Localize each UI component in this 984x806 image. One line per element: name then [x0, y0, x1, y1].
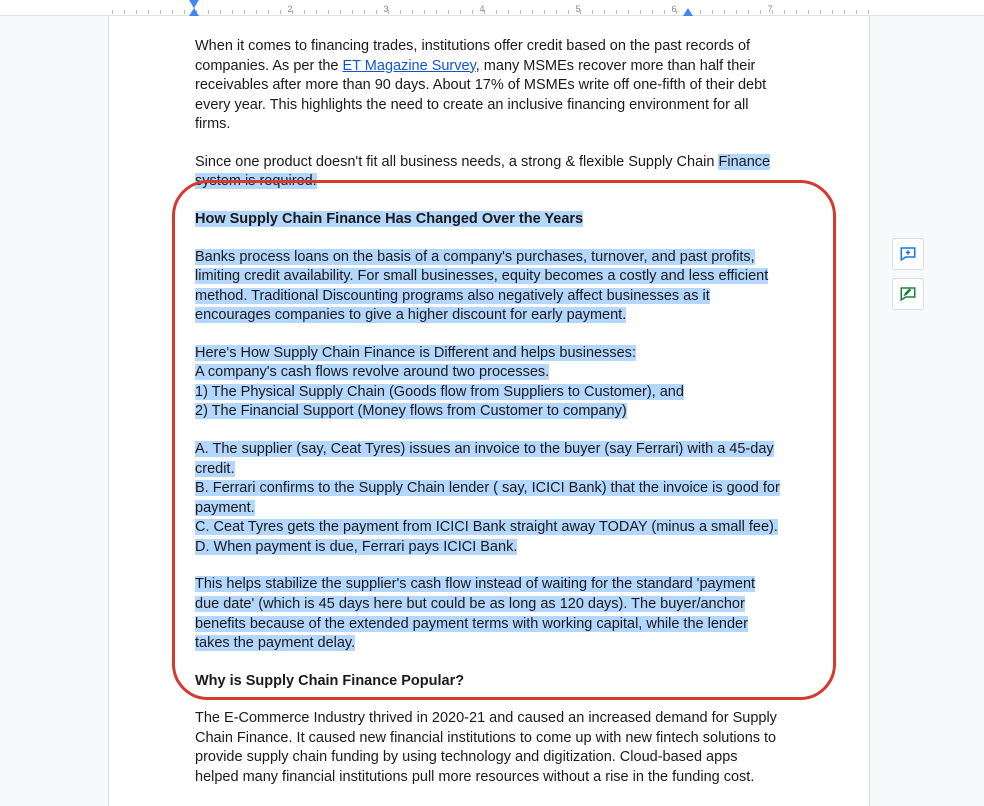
- selection-span: Here's How Supply Chain Finance is Diffe…: [195, 345, 636, 361]
- selection-span: How Supply Chain Finance Has Changed Ove…: [195, 211, 583, 227]
- right-indent-marker[interactable]: [683, 8, 693, 16]
- suggest-edit-icon: [899, 285, 917, 303]
- paragraph-ecom[interactable]: The E-Commerce Industry thrived in 2020-…: [195, 709, 783, 787]
- indent-marker-bottom[interactable]: [189, 8, 199, 16]
- paragraph-intro-b[interactable]: Since one product doesn't fit all busine…: [195, 153, 783, 192]
- document-page[interactable]: When it comes to financing trades, insti…: [108, 16, 870, 806]
- paragraph-banks[interactable]: Banks process loans on the basis of a co…: [195, 248, 783, 326]
- heading-popular[interactable]: Why is Supply Chain Finance Popular?: [195, 672, 783, 692]
- side-button-group: [892, 238, 924, 310]
- suggest-edits-button[interactable]: [892, 278, 924, 310]
- paragraph-heres[interactable]: Here's How Supply Chain Finance is Diffe…: [195, 344, 783, 422]
- paragraph-stabilize[interactable]: This helps stabilize the supplier's cash…: [195, 575, 783, 653]
- selection-span: 2) The Financial Support (Money flows fr…: [195, 403, 627, 419]
- et-magazine-link[interactable]: ET Magazine Survey: [343, 58, 476, 74]
- selection-span: A company's cash flows revolve around tw…: [195, 364, 549, 380]
- selection-span: A. The supplier (say, Ceat Tyres) issues…: [195, 441, 774, 477]
- add-comment-button[interactable]: [892, 238, 924, 270]
- selection-span: D. When payment is due, Ferrari pays ICI…: [195, 539, 517, 555]
- ruler-number: 5: [575, 4, 580, 14]
- ruler-number: 7: [767, 4, 772, 14]
- selection-span: C. Ceat Tyres gets the payment from ICIC…: [195, 519, 778, 535]
- text-span: Since one product doesn't fit all busine…: [195, 154, 718, 170]
- ruler-number: 3: [383, 4, 388, 14]
- selection-span: 1) The Physical Supply Chain (Goods flow…: [195, 384, 684, 400]
- paragraph-steps[interactable]: A. The supplier (say, Ceat Tyres) issues…: [195, 440, 783, 557]
- ruler-number: 2: [287, 4, 292, 14]
- horizontal-ruler: 1234567: [0, 0, 984, 16]
- document-canvas: When it comes to financing trades, insti…: [0, 16, 984, 806]
- indent-marker-top[interactable]: [189, 0, 199, 8]
- heading-changed[interactable]: How Supply Chain Finance Has Changed Ove…: [195, 210, 783, 230]
- ruler-number: 4: [479, 4, 484, 14]
- paragraph-intro-a[interactable]: When it comes to financing trades, insti…: [195, 37, 783, 135]
- ruler-number: 6: [671, 4, 676, 14]
- comment-plus-icon: [899, 245, 917, 263]
- selection-span: B. Ferrari confirms to the Supply Chain …: [195, 480, 780, 516]
- selection-span: Banks process loans on the basis of a co…: [195, 249, 768, 324]
- selection-span: This helps stabilize the supplier's cash…: [195, 576, 755, 651]
